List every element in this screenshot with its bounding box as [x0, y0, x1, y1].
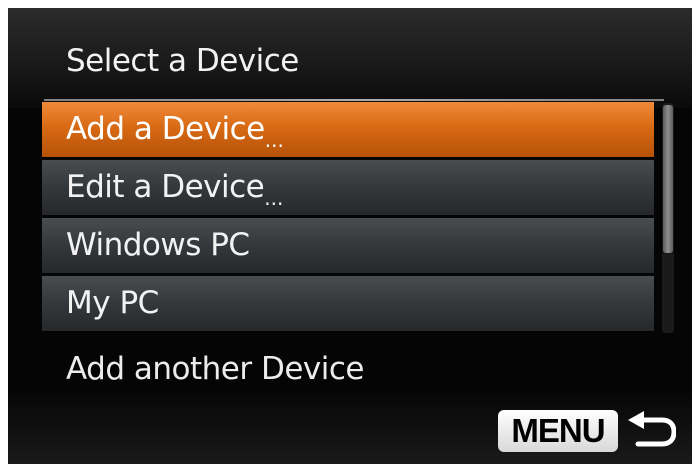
menu-item-label: My PC	[66, 285, 159, 321]
menu-scrollbar[interactable]	[662, 103, 674, 333]
menu-item-label: Add a Device	[66, 111, 265, 147]
title-divider	[44, 99, 664, 101]
menu-item-add-another-device[interactable]: Add another Device	[66, 351, 364, 387]
camera-screen: Select a Device Add a Device... Edit a D…	[8, 8, 692, 464]
title-bar: Select a Device	[8, 8, 692, 108]
menu-item-label: Windows PC	[66, 227, 250, 263]
menu-item-windows-pc[interactable]: Windows PC	[42, 218, 654, 273]
menu-item-ellipsis: ...	[264, 186, 284, 210]
menu-item-edit-device[interactable]: Edit a Device...	[42, 160, 654, 215]
menu-item-my-pc[interactable]: My PC	[42, 276, 654, 331]
page-title: Select a Device	[66, 43, 299, 79]
menu-item-label: Edit a Device	[66, 169, 265, 205]
scrollbar-thumb[interactable]	[663, 105, 673, 253]
return-arrow-icon[interactable]	[624, 411, 676, 451]
menu-item-ellipsis: ...	[264, 128, 284, 152]
menu-item-add-device[interactable]: Add a Device...	[42, 102, 654, 157]
device-menu-list: Add a Device... Edit a Device... Windows…	[42, 102, 654, 334]
menu-button[interactable]: MENU	[498, 410, 618, 452]
